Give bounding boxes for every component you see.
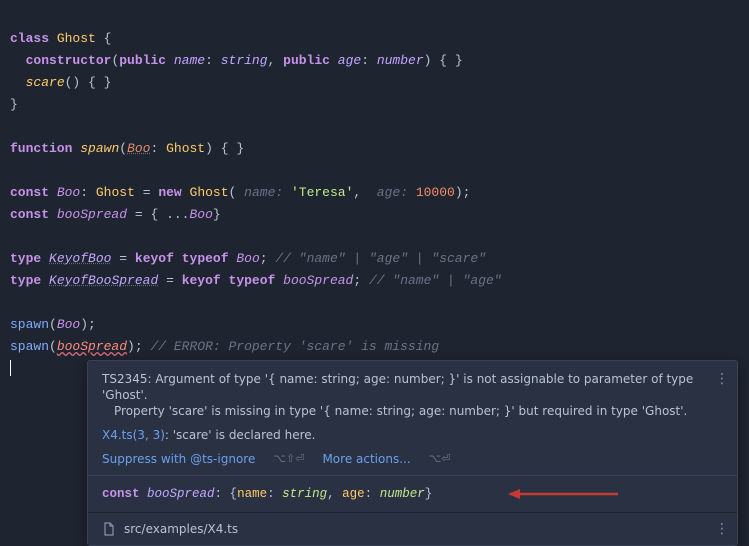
- blank-line: [10, 295, 18, 310]
- error-message: TS2345: Argument of type '{ name: string…: [102, 371, 723, 403]
- code-line: spawn(booSpread); // ERROR: Property 'sc…: [10, 339, 439, 354]
- code-editor[interactable]: class Ghost { constructor(public name: s…: [0, 0, 749, 386]
- error-detail: Property 'scare' is missing in type '{ n…: [102, 403, 723, 419]
- file-icon: [102, 522, 116, 536]
- suppress-link[interactable]: Suppress with @ts-ignore: [102, 451, 255, 467]
- blank-line: [10, 119, 18, 134]
- kbd-hint: ⌥⏎: [429, 451, 451, 467]
- code-line: constructor(public name: string, public …: [10, 53, 463, 68]
- file-row[interactable]: src/examples/X4.ts ⋮: [88, 512, 737, 545]
- arrow-icon: [508, 488, 618, 500]
- popup-actions: Suppress with @ts-ignore ⌥⇧⏎ More action…: [102, 451, 723, 467]
- popup-body: ⋮ TS2345: Argument of type '{ name: stri…: [88, 361, 737, 475]
- code-line: scare() { }: [10, 75, 111, 90]
- file-path: src/examples/X4.ts: [124, 521, 238, 537]
- code-line: type KeyofBooSpread = keyof typeof booSp…: [10, 273, 502, 288]
- code-line: const booSpread = { ...Boo}: [10, 207, 221, 222]
- class-name: Ghost: [57, 31, 96, 46]
- more-icon[interactable]: ⋮: [715, 521, 729, 537]
- kbd-hint: ⌥⇧⏎: [273, 451, 304, 467]
- code-line: type KeyofBoo = keyof typeof Boo; // "na…: [10, 251, 486, 266]
- keyword-constructor: constructor: [26, 53, 112, 68]
- signature-row: const booSpread: {name: string, age: num…: [88, 475, 737, 512]
- more-icon[interactable]: ⋮: [715, 371, 729, 387]
- more-actions-link[interactable]: More actions...: [322, 451, 410, 467]
- error-argument[interactable]: booSpread: [57, 339, 127, 354]
- declared-here: X4.ts(3, 3): 'scare' is declared here.: [102, 427, 723, 443]
- code-line: spawn(Boo);: [10, 317, 96, 332]
- caret: [10, 360, 11, 376]
- source-link[interactable]: X4.ts(3, 3): [102, 428, 165, 442]
- code-line: const Boo: Ghost = new Ghost( name: 'Ter…: [10, 185, 470, 200]
- blank-line: [10, 163, 18, 178]
- code-line: class Ghost {: [10, 31, 111, 46]
- error-popup: ⋮ TS2345: Argument of type '{ name: stri…: [87, 360, 738, 546]
- blank-line: [10, 229, 18, 244]
- code-line: }: [10, 97, 18, 112]
- keyword-class: class: [10, 31, 49, 46]
- code-line: function spawn(Boo: Ghost) { }: [10, 141, 244, 156]
